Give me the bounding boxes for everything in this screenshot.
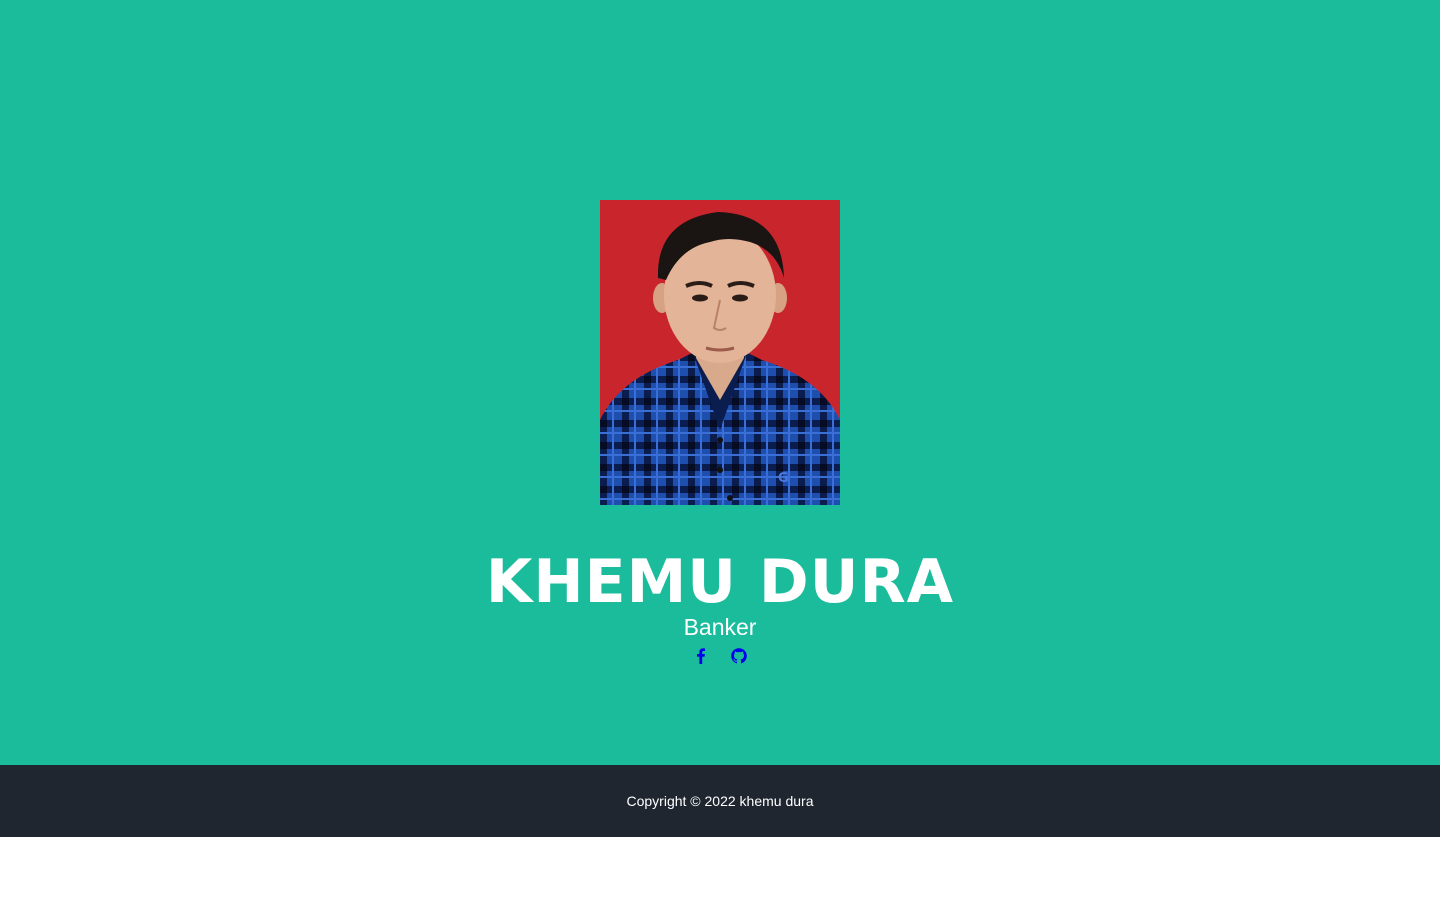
svg-text:G: G <box>778 471 789 486</box>
social-links <box>0 646 1440 668</box>
profile-role: Banker <box>683 614 757 640</box>
copyright-text: Copyright © 2022 khemu dura <box>626 793 814 809</box>
facebook-link[interactable] <box>691 646 711 666</box>
github-link[interactable] <box>729 646 749 666</box>
hero-section: G KHEMU DURA Banker <box>0 0 1440 765</box>
facebook-icon <box>691 646 711 666</box>
profile-photo: G <box>600 200 840 505</box>
github-icon <box>729 646 749 666</box>
footer: Copyright © 2022 khemu dura <box>0 765 1440 837</box>
